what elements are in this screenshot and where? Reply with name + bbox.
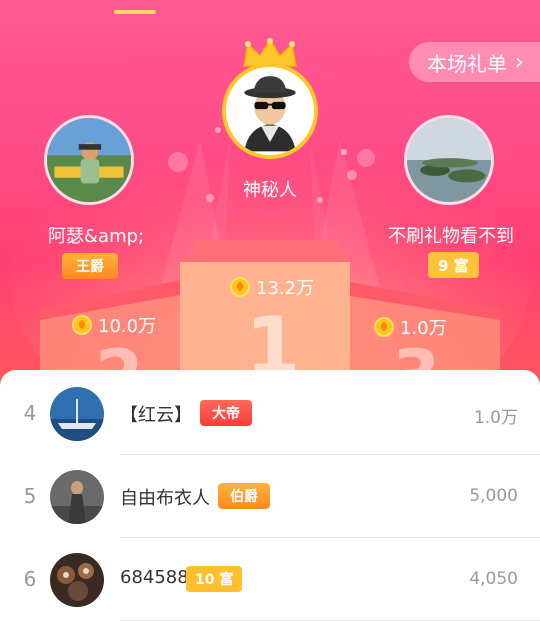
first-place-avatar[interactable]	[222, 63, 318, 159]
rank-number: 4	[23, 401, 37, 425]
list-item[interactable]: 4 【红云】 大帝 1.0万	[0, 373, 540, 455]
user-name: 684588	[120, 567, 189, 588]
avatar[interactable]	[50, 470, 104, 524]
avatar[interactable]	[50, 387, 104, 441]
second-place-badge: 王爵	[62, 253, 118, 279]
user-score: 1.0万	[473, 408, 518, 428]
third-place-name: 不刷礼物看不到	[388, 226, 514, 247]
third-place-score: 1.0万	[374, 314, 447, 340]
first-place-score: 13.2万	[230, 274, 314, 300]
top-ranking-stage: 1 2 3 本场礼单 › 神秘人 13.2万 阿瑟&amp; 王爵 10.0万 …	[0, 0, 540, 400]
coin-icon	[374, 317, 394, 337]
rank-number: 6	[23, 567, 37, 591]
divider	[120, 454, 540, 455]
user-score: 5,000	[469, 486, 518, 506]
first-place-name: 神秘人	[243, 180, 297, 201]
chevron-right-icon: ›	[515, 49, 524, 75]
user-name: 【红云】	[120, 405, 192, 426]
coin-icon	[230, 277, 250, 297]
rank-number: 5	[23, 484, 37, 508]
gift-list-label: 本场礼单	[427, 51, 507, 76]
second-place-name: 阿瑟&amp;	[48, 226, 145, 247]
second-place-score: 10.0万	[72, 312, 156, 338]
user-score: 4,050	[469, 569, 518, 589]
user-name: 自由布衣人	[120, 488, 210, 509]
status-badge: 伯爵	[218, 483, 270, 509]
first-place-score-value: 13.2万	[256, 278, 315, 299]
avatar[interactable]	[50, 553, 104, 607]
divider	[120, 537, 540, 538]
coin-icon	[72, 315, 92, 335]
list-item[interactable]: 5 自由布衣人 伯爵 5,000	[0, 456, 540, 538]
status-badge: 10 富	[186, 566, 243, 592]
gift-list-button[interactable]: 本场礼单 ›	[409, 42, 540, 82]
ranking-list: 4 【红云】 大帝 1.0万 5 自由布衣人 伯爵 5,000 6 684588…	[0, 370, 540, 621]
second-place-score-value: 10.0万	[98, 316, 157, 337]
third-place-badge: 9 富	[428, 252, 479, 278]
list-item[interactable]: 6 684588 10 富 4,050	[0, 539, 540, 621]
status-badge: 大帝	[200, 400, 252, 426]
second-place-avatar[interactable]	[44, 115, 134, 205]
third-place-score-value: 1.0万	[400, 318, 447, 339]
third-place-avatar[interactable]	[404, 115, 494, 205]
